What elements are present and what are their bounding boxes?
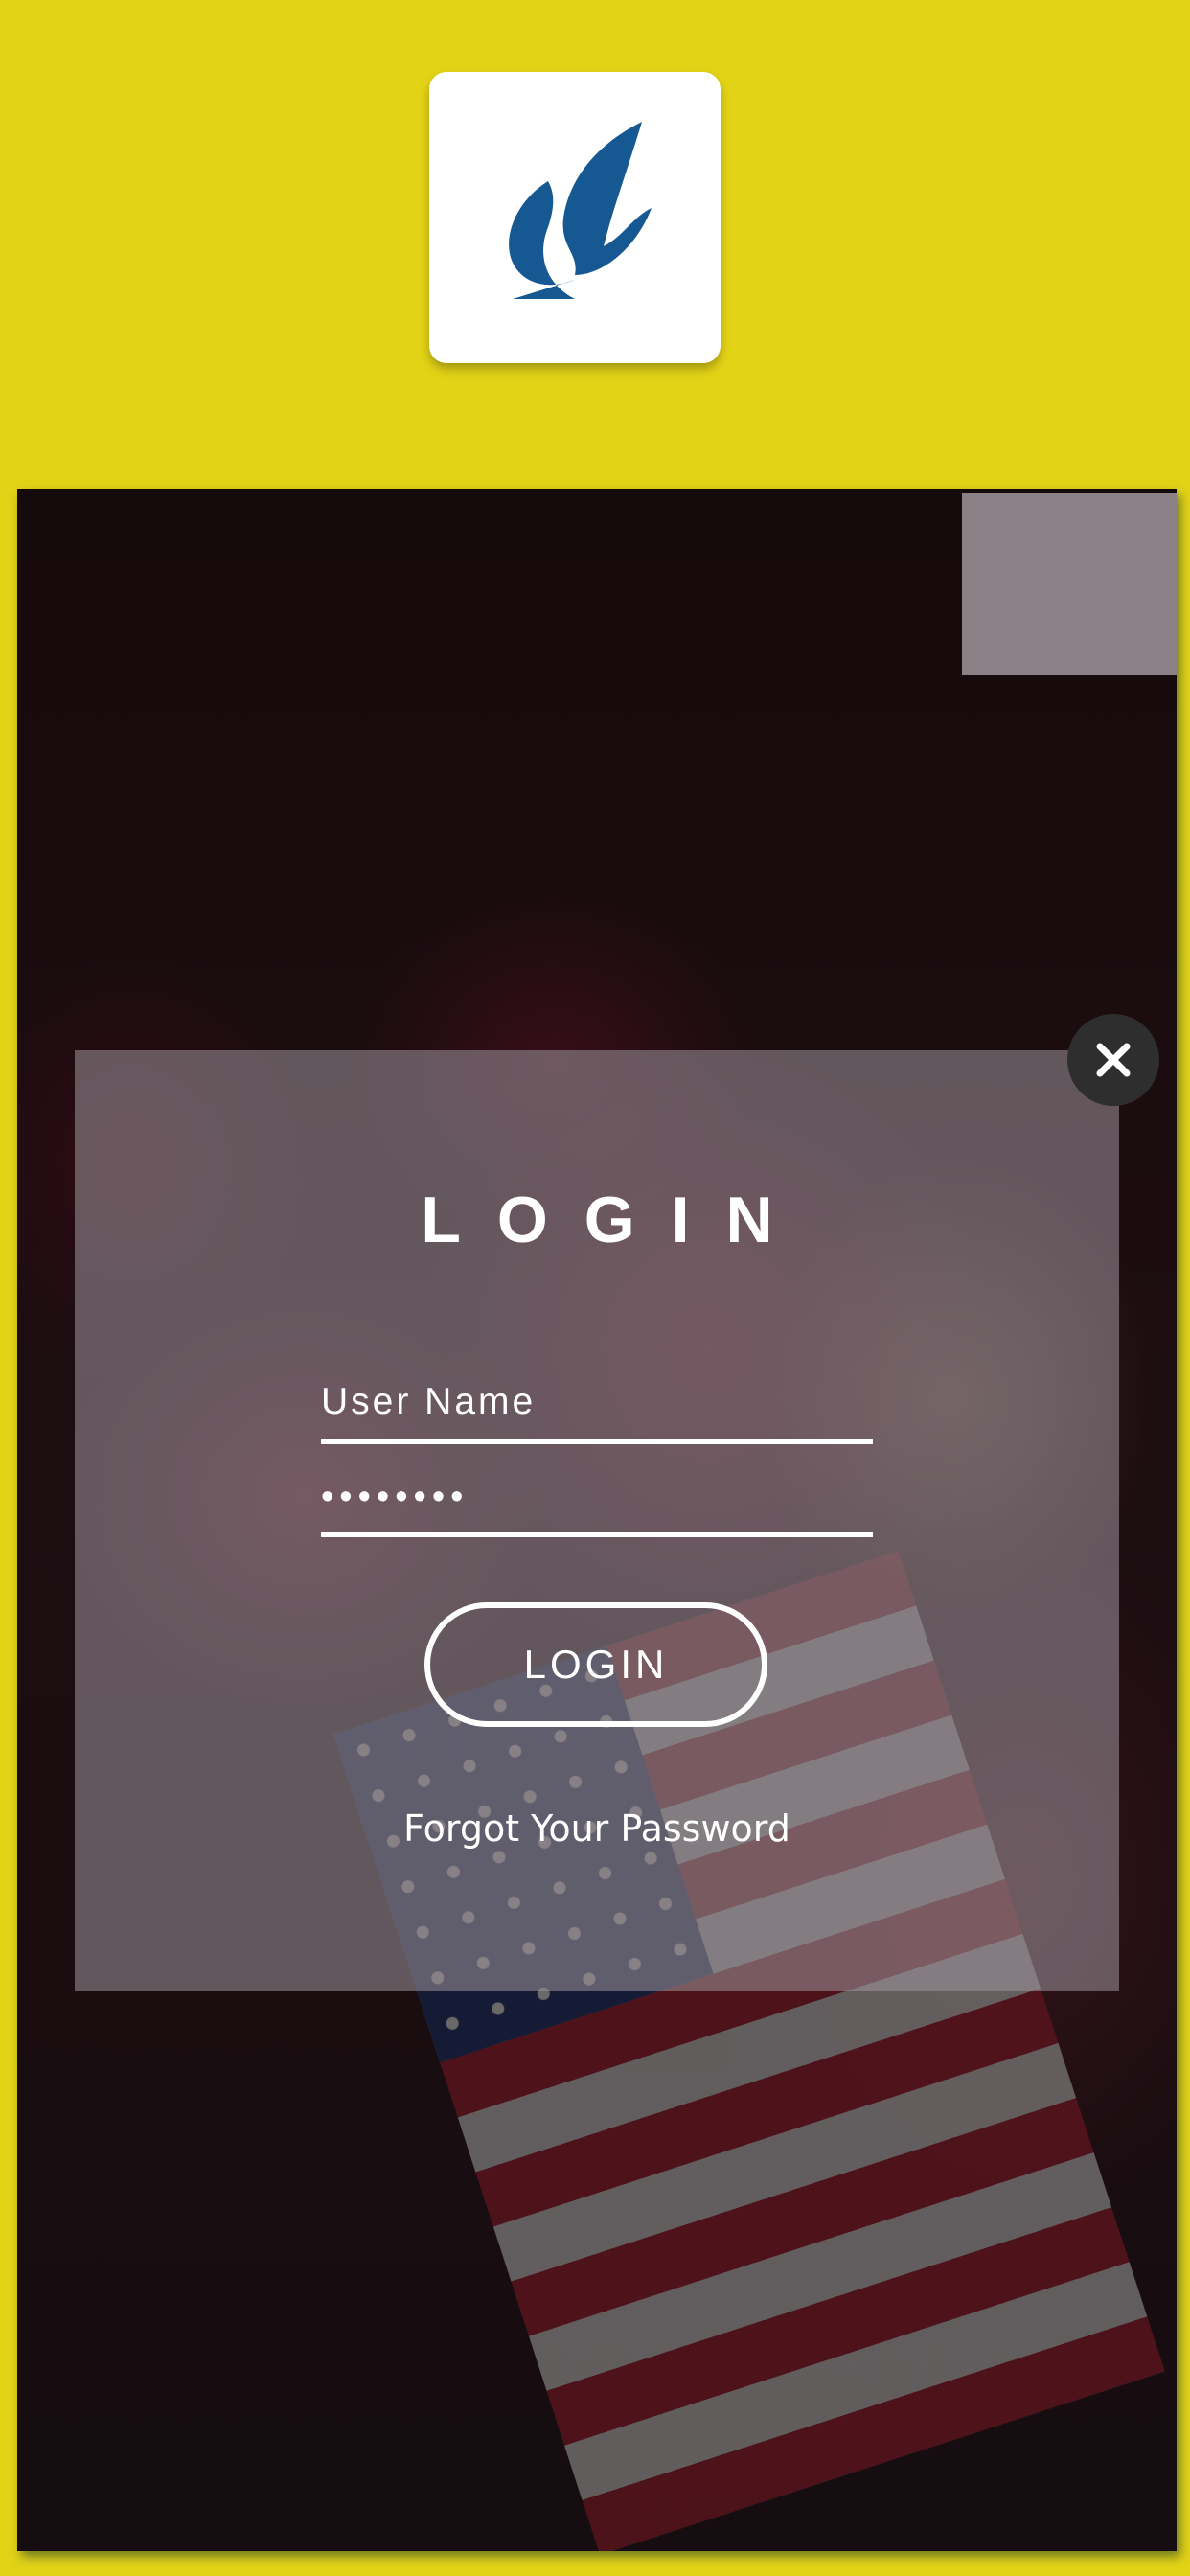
login-button[interactable]: LOGIN [424,1602,767,1727]
forgot-password-link[interactable]: Forgot Your Password [75,1807,1119,1850]
login-title: LOGIN [421,1184,810,1256]
brand-logo-icon [460,103,690,333]
logo-tile [429,72,721,363]
username-input[interactable] [321,1365,873,1444]
close-icon [1096,1043,1131,1077]
password-input[interactable] [321,1462,873,1537]
login-modal: LOGIN LOGIN Forgot Your Password [75,1050,1119,1991]
corner-placeholder [962,493,1177,675]
close-button[interactable] [1067,1014,1159,1106]
